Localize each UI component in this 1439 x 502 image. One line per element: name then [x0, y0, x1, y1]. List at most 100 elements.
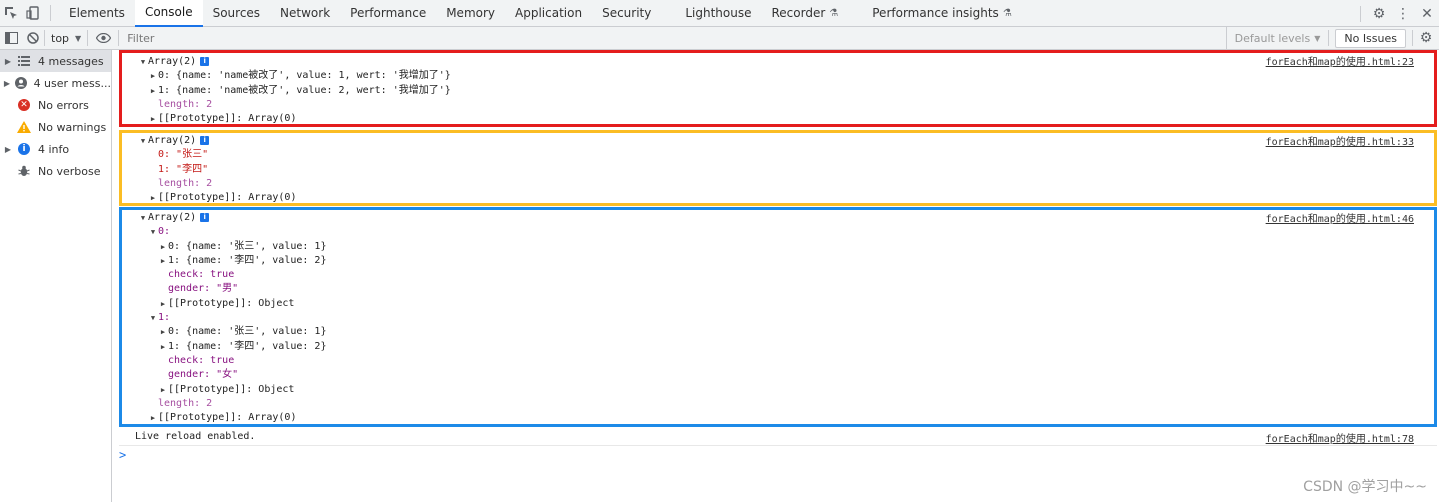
array-header[interactable]: ▼ Array(2) i	[138, 134, 1434, 148]
expand-arrow-icon[interactable]: ▶	[0, 79, 14, 88]
expand-arrow-icon[interactable]: ▶	[0, 57, 16, 66]
log-levels-dropdown[interactable]: Default levels ▼	[1227, 27, 1329, 50]
tab-lighthouse[interactable]: Lighthouse	[675, 0, 761, 27]
context-selector[interactable]: top ▼	[45, 27, 87, 50]
tab-elements[interactable]: Elements	[59, 0, 135, 27]
tabbar-actions: ⚙ ⋮ ✕	[1360, 0, 1439, 27]
expand-arrow-icon[interactable]: ▶	[148, 84, 158, 98]
entry-text: [[Prototype]]: Array(0)	[158, 412, 297, 424]
expand-arrow-icon[interactable]: ▶	[158, 240, 168, 254]
sidebar-item-errors[interactable]: ✕ No errors	[0, 94, 111, 116]
devtools-tabbar: Elements Console Sources Network Perform…	[0, 0, 1439, 27]
entry-text: [[Prototype]]: Object	[168, 383, 295, 395]
sidebar-item-info[interactable]: ▶ i 4 info	[0, 138, 111, 160]
object-prototype[interactable]: ▶ [[Prototype]]: Object	[138, 383, 1434, 397]
entry-text: length: 2	[158, 397, 213, 409]
expand-arrow-icon[interactable]: ▶	[0, 145, 16, 154]
tab-label: Application	[515, 6, 583, 20]
entry-text: 1: {name: 'name被改了', value: 2, wert: '我增…	[158, 84, 451, 96]
entry-text: check: true	[168, 354, 235, 366]
info-i-glyph: i	[18, 143, 30, 155]
expand-arrow-icon[interactable]: ▶	[158, 297, 168, 311]
toolbar-separator	[1328, 30, 1330, 46]
array-entry[interactable]: ▶ 1: {name: 'name被改了', value: 2, wert: '我…	[138, 84, 1434, 98]
tab-network[interactable]: Network	[270, 0, 340, 27]
device-toolbar-icon[interactable]	[22, 0, 44, 27]
array-prototype[interactable]: ▶ [[Prototype]]: Array(0)	[138, 191, 1434, 205]
array-entry[interactable]: ▶ 0: {name: 'name被改了', value: 1, wert: '我…	[138, 69, 1434, 83]
tab-console[interactable]: Console	[134, 0, 203, 27]
array-prototype[interactable]: ▶ [[Prototype]]: Array(0)	[138, 411, 1434, 425]
array-header[interactable]: ▼ Array(2) i	[138, 211, 1434, 225]
live-expression-eye-icon[interactable]	[88, 25, 118, 52]
console-settings-gear-icon[interactable]: ⚙	[1413, 25, 1439, 52]
expand-arrow-icon[interactable]: ▶	[148, 112, 158, 126]
tab-label: Console	[144, 5, 193, 19]
expand-arrow-icon[interactable]: ▶	[158, 340, 168, 354]
close-devtools-icon[interactable]: ✕	[1415, 0, 1439, 27]
clear-console-icon[interactable]	[22, 25, 44, 52]
collapse-arrow-icon[interactable]: ▼	[138, 55, 148, 69]
expand-arrow-icon[interactable]: ▶	[158, 325, 168, 339]
expand-arrow-icon[interactable]: ▶	[148, 411, 158, 425]
sidebar-item-messages[interactable]: ▶ 4 messages	[0, 50, 111, 72]
entry-text: check: true	[168, 269, 235, 281]
object-prototype[interactable]: ▶ [[Prototype]]: Object	[138, 297, 1434, 311]
entry-text: gender: "女"	[168, 369, 239, 381]
console-message: forEach和map的使用.html:23 ▼ Array(2) i ▶ 0: {n…	[119, 50, 1437, 127]
entry-text: 1:	[158, 312, 171, 324]
object-entry[interactable]: ▶ 0: {name: '张三', value: 1}	[138, 325, 1434, 339]
entry-text: 1: {name: '李四', value: 2}	[168, 254, 327, 266]
object-property: gender: "女"	[138, 368, 1434, 382]
sidebar-item-label: No errors	[38, 98, 89, 112]
sidebar-item-warnings[interactable]: No warnings	[0, 116, 111, 138]
tab-recorder[interactable]: Recorder ⚗	[762, 0, 849, 27]
issues-label: No Issues	[1344, 31, 1397, 45]
object-property: check: true	[138, 354, 1434, 368]
expand-arrow-icon[interactable]: ▶	[158, 383, 168, 397]
entry-text: 0: {name: '张三', value: 1}	[168, 326, 327, 338]
tab-label: Security	[602, 6, 652, 20]
tab-label: Performance	[350, 6, 427, 20]
array-entry[interactable]: ▼ 1:	[138, 311, 1434, 325]
tab-performance-insights[interactable]: Performance insights ⚗	[862, 0, 1022, 27]
prompt-glyph: >	[119, 448, 127, 462]
entry-text: [[Prototype]]: Array(0)	[158, 113, 297, 125]
info-icon: i	[16, 142, 32, 156]
collapse-arrow-icon[interactable]: ▼	[148, 311, 158, 325]
inspect-element-icon[interactable]	[0, 0, 22, 27]
entry-text: gender: "男"	[168, 283, 239, 295]
issues-button[interactable]: No Issues	[1335, 28, 1406, 48]
array-entry[interactable]: ▼ 0:	[138, 225, 1434, 239]
console-prompt-icon[interactable]: >	[119, 448, 126, 462]
context-label: top	[51, 31, 70, 45]
expand-arrow-icon[interactable]: ▶	[148, 69, 158, 83]
object-entry[interactable]: ▶ 0: {name: '张三', value: 1}	[138, 240, 1434, 254]
expand-arrow-icon[interactable]: ▶	[158, 254, 168, 268]
expand-arrow-icon[interactable]: ▶	[148, 191, 158, 205]
settings-gear-icon[interactable]: ⚙	[1367, 0, 1391, 27]
tab-performance[interactable]: Performance	[340, 0, 436, 27]
entry-text: [[Prototype]]: Array(0)	[158, 192, 297, 204]
sidebar-toggle-icon[interactable]	[0, 25, 22, 52]
tab-security[interactable]: Security	[592, 0, 661, 27]
experiment-flask-icon: ⚗	[1002, 7, 1012, 19]
sidebar-item-verbose[interactable]: No verbose	[0, 160, 111, 182]
more-options-icon[interactable]: ⋮	[1391, 0, 1415, 27]
collapse-arrow-icon[interactable]: ▼	[138, 211, 148, 225]
object-entry[interactable]: ▶ 1: {name: '李四', value: 2}	[138, 340, 1434, 354]
tab-label: Sources	[212, 6, 261, 20]
console-toolbar: top▼ Default levels▼ No Issues ⚙	[0, 25, 1439, 52]
tab-sources[interactable]: Sources	[203, 0, 270, 27]
array-prototype[interactable]: ▶ [[Prototype]]: Array(0)	[138, 112, 1434, 126]
filter-input[interactable]	[127, 31, 1226, 45]
console-message: forEach和map的使用.html:78 Live reload enabl…	[119, 428, 1437, 446]
array-header[interactable]: ▼ Array(2) i	[138, 55, 1434, 69]
tab-memory[interactable]: Memory	[436, 0, 505, 27]
collapse-arrow-icon[interactable]: ▼	[138, 134, 148, 148]
object-entry[interactable]: ▶ 1: {name: '李四', value: 2}	[138, 254, 1434, 268]
entry-text: 0:	[158, 226, 171, 238]
collapse-arrow-icon[interactable]: ▼	[148, 225, 158, 239]
tab-application[interactable]: Application	[505, 0, 592, 27]
sidebar-item-user-messages[interactable]: ▶ 4 user mess...	[0, 72, 111, 94]
